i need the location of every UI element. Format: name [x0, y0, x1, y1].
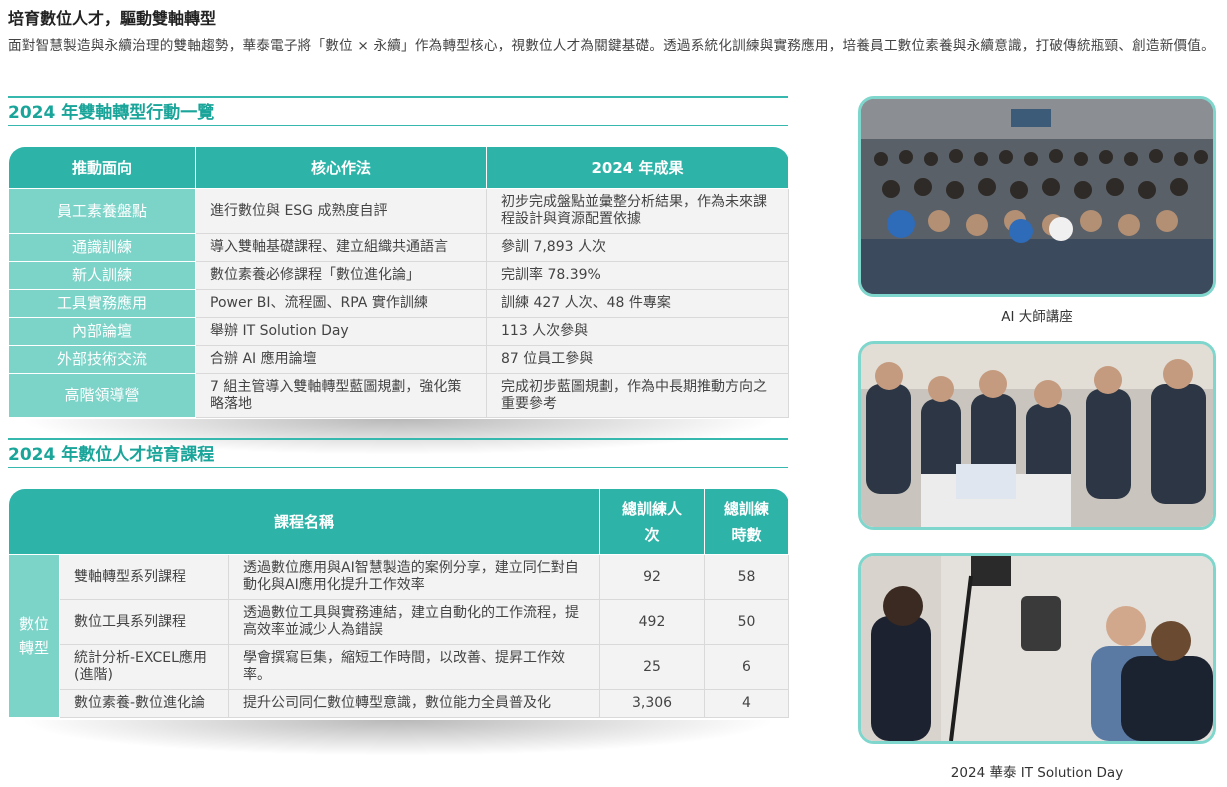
header-hours: 總訓練時數 — [704, 488, 790, 555]
course-desc-cell: 透過數位應用與AI智慧製造的案例分享，建立同仁對自動化與AI應用化提升工作效率 — [227, 554, 601, 600]
course-name-cell: 雙軸轉型系列課程 — [59, 554, 229, 600]
photo-ai-lecture — [858, 96, 1216, 297]
table-row: 內部論壇 舉辦 IT Solution Day 113 人次參與 — [8, 317, 789, 346]
area-cell: 員工素養盤點 — [8, 188, 196, 234]
course-desc-cell: 提升公司同仁數位轉型意識，數位能力全員普及化 — [227, 689, 601, 718]
area-cell: 工具實務應用 — [8, 289, 196, 318]
caption-it-solution-day: 2024 華泰 IT Solution Day — [950, 765, 1124, 781]
table-row: 高階領導營 7 組主管導入雙軸轉型藍圖規劃，強化策略落地 完成初步藍圖規劃，作為… — [8, 373, 789, 418]
course-desc-cell: 學會撰寫巨集，縮短工作時間，以改善、提昇工作效率。 — [227, 644, 601, 690]
table-row: 統計分析-EXCEL應用(進階) 學會撰寫巨集，縮短工作時間，以改善、提昇工作效… — [9, 644, 790, 690]
course-desc-cell: 透過數位工具與實務連結，建立自動化的工作流程，提高效率並減少人為錯誤 — [227, 599, 601, 645]
method-cell: 進行數位與 ESG 成熟度自評 — [195, 188, 487, 234]
method-cell: 導入雙軸基礎課程、建立組織共通語言 — [195, 233, 487, 262]
page-heading: 培育數位人才，驅動雙軸轉型 — [8, 9, 217, 28]
area-cell: 內部論壇 — [8, 317, 196, 346]
area-cell: 高階領導營 — [8, 373, 196, 418]
method-cell: Power BI、流程圖、RPA 實作訓練 — [195, 289, 487, 318]
people-cell: 492 — [599, 599, 706, 645]
method-cell: 合辦 AI 應用論壇 — [195, 345, 487, 374]
table-row: 數位素養-數位進化論 提升公司同仁數位轉型意識，數位能力全員普及化 3,306 … — [9, 689, 790, 718]
category-cell: 數位轉型 — [8, 554, 60, 718]
people-cell: 3,306 — [599, 689, 706, 718]
section-title-courses: 2024 年數位人才培育課程 — [8, 438, 788, 468]
courses-table: 課程名稱 總訓練人次 總訓練時數 數位轉型 雙軸轉型系列課程 透過數位應用與AI… — [7, 488, 790, 718]
table-row: 數位轉型 雙軸轉型系列課程 透過數位應用與AI智慧製造的案例分享，建立同仁對自動… — [8, 554, 790, 718]
course-name-cell: 統計分析-EXCEL應用(進階) — [59, 644, 229, 690]
audience-illustration — [861, 99, 1213, 294]
people-cell: 25 — [599, 644, 706, 690]
course-name-cell: 數位工具系列課程 — [59, 599, 229, 645]
result-cell: 完成初步藍圖規劃，作為中長期推動方向之重要參考 — [486, 373, 789, 418]
header-people: 總訓練人次 — [599, 488, 706, 555]
caption-ai-lecture: AI 大師講座 — [1001, 309, 1073, 325]
result-cell: 113 人次參與 — [486, 317, 789, 346]
photo-it-solution-day — [858, 553, 1216, 744]
hours-cell: 58 — [704, 554, 790, 600]
header-area: 推動面向 — [8, 146, 196, 189]
area-cell: 新人訓練 — [8, 261, 196, 290]
table-row: 外部技術交流 合辦 AI 應用論壇 87 位員工參與 — [8, 345, 789, 374]
hours-cell: 6 — [704, 644, 790, 690]
selfie-illustration — [861, 556, 1213, 741]
table-row: 通識訓練 導入雙軸基礎課程、建立組織共通語言 參訓 7,893 人次 — [8, 233, 789, 262]
result-cell: 初步完成盤點並彙整分析結果，作為未來課程設計與資源配置依據 — [486, 188, 789, 234]
photo-team-demo — [858, 341, 1216, 530]
result-cell: 完訓率 78.39% — [486, 261, 789, 290]
header-course: 課程名稱 — [7, 488, 601, 555]
actions-table-panel: 推動面向 核心作法 2024 年成果 員工素養盤點 進行數位與 ESG 成熟度自… — [8, 146, 789, 455]
method-cell: 舉辦 IT Solution Day — [195, 317, 487, 346]
method-cell: 數位素養必修課程「數位進化論」 — [195, 261, 487, 290]
intro-paragraph: 面對智慧製造與永續治理的雙軸趨勢，華泰電子將「數位 × 永續」作為轉型核心，視數… — [8, 38, 1215, 54]
table-row: 工具實務應用 Power BI、流程圖、RPA 實作訓練 訓練 427 人次、4… — [8, 289, 789, 318]
header-result: 2024 年成果 — [486, 146, 789, 189]
courses-table-panel: 課程名稱 總訓練人次 總訓練時數 數位轉型 雙軸轉型系列課程 透過數位應用與AI… — [7, 488, 790, 756]
course-name-cell: 數位素養-數位進化論 — [59, 689, 229, 718]
table-row: 新人訓練 數位素養必修課程「數位進化論」 完訓率 78.39% — [8, 261, 789, 290]
section-title-actions: 2024 年雙軸轉型行動一覽 — [8, 96, 788, 126]
header-method: 核心作法 — [195, 146, 487, 189]
hours-cell: 50 — [704, 599, 790, 645]
result-cell: 訓練 427 人次、48 件專案 — [486, 289, 789, 318]
team-illustration — [861, 344, 1213, 527]
method-cell: 7 組主管導入雙軸轉型藍圖規劃，強化策略落地 — [195, 373, 487, 418]
table-shadow — [18, 720, 778, 756]
hours-cell: 4 — [704, 689, 790, 718]
people-cell: 92 — [599, 554, 706, 600]
actions-table: 推動面向 核心作法 2024 年成果 員工素養盤點 進行數位與 ESG 成熟度自… — [8, 146, 789, 418]
table-row: 員工素養盤點 進行數位與 ESG 成熟度自評 初步完成盤點並彙整分析結果，作為未… — [8, 188, 789, 234]
result-cell: 87 位員工參與 — [486, 345, 789, 374]
area-cell: 外部技術交流 — [8, 345, 196, 374]
area-cell: 通識訓練 — [8, 233, 196, 262]
table-row: 數位工具系列課程 透過數位工具與實務連結，建立自動化的工作流程，提高效率並減少人… — [9, 599, 790, 645]
result-cell: 參訓 7,893 人次 — [486, 233, 789, 262]
